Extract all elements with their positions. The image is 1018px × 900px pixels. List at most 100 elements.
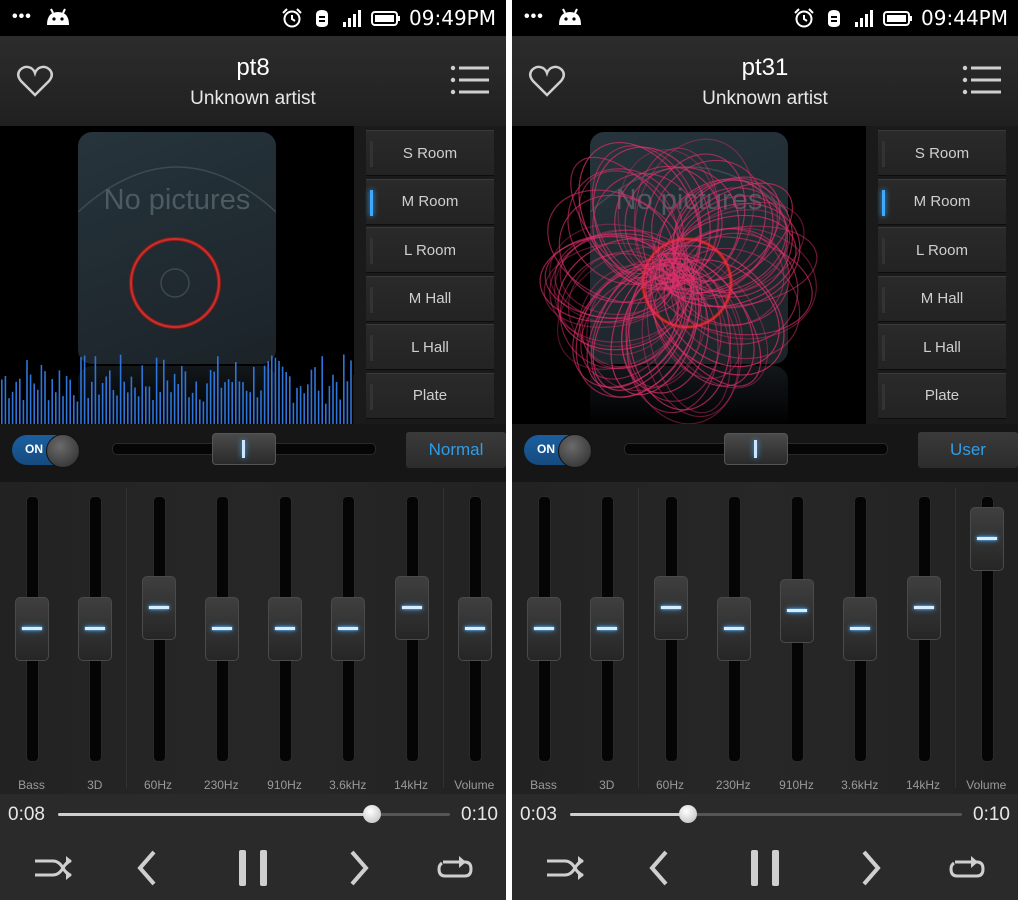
total-time: 0:10 [973, 804, 1010, 825]
eq-slider-thumb[interactable] [590, 597, 625, 661]
preset-m-hall[interactable]: M Hall [366, 275, 494, 322]
more-dots-icon: ••• [12, 8, 32, 25]
spectrum-bar [303, 393, 305, 424]
spectrum-bar [40, 364, 43, 424]
disc-icon [129, 237, 221, 329]
eq-divider [443, 488, 444, 788]
eq-slider-thumb[interactable] [394, 575, 429, 640]
spectrum-bar [285, 371, 287, 424]
preset-s-room[interactable]: S Room [366, 130, 494, 176]
spectrum-bar [62, 396, 64, 424]
eq-band-230hz: 230Hz [190, 482, 253, 794]
spectrum-bar [47, 400, 50, 424]
eq-on-toggle[interactable]: ON [12, 434, 80, 468]
toggle-label: ON [25, 442, 43, 456]
seek-bar-fill [58, 813, 372, 816]
pause-icon[interactable] [743, 846, 787, 890]
shuffle-icon[interactable] [31, 846, 75, 890]
eq-slider-thumb[interactable] [204, 597, 239, 661]
seek-bar[interactable] [570, 805, 962, 823]
spectrum-bar [166, 380, 169, 424]
signal-icon [343, 10, 362, 27]
spectrum-bar [152, 400, 154, 424]
eq-slider-thumb[interactable] [78, 597, 113, 661]
seek-bar-thumb[interactable] [678, 805, 697, 823]
spectrum-bar [73, 395, 75, 424]
track-artist: Unknown artist [702, 88, 828, 109]
eq-slider-thumb[interactable] [527, 597, 561, 661]
track-title: pt8 [236, 54, 270, 81]
preset-plate[interactable]: Plate [878, 372, 1006, 419]
preset-indicator [882, 383, 885, 410]
eq-band-label: 910Hz [267, 778, 302, 792]
playlist-menu-icon[interactable] [962, 64, 1002, 96]
elapsed-time: 0:03 [520, 804, 557, 825]
eq-slider-thumb[interactable] [716, 597, 751, 661]
eq-band-14khz: 14kHz [380, 482, 443, 794]
playlist-menu-icon[interactable] [450, 64, 490, 96]
transport-controls [0, 836, 506, 900]
eq-slider-thumb[interactable] [969, 507, 1004, 572]
spectrum-bar [332, 374, 334, 424]
preset-indicator [370, 383, 373, 410]
shuffle-icon[interactable] [543, 846, 587, 890]
spectrum-bar [109, 370, 111, 424]
equalizer: Bass 3D 60Hz 230Hz 910Hz 3.6kHz 14kHz Volume [0, 482, 506, 794]
next-icon[interactable] [848, 846, 892, 890]
eq-slider-thumb[interactable] [331, 597, 366, 661]
battery-icon [883, 11, 913, 26]
eq-slider-thumb[interactable] [141, 575, 176, 640]
eq-slider-thumb[interactable] [843, 597, 878, 661]
previous-icon[interactable] [126, 846, 170, 890]
preset-l-room[interactable]: L Room [878, 227, 1006, 273]
preset-indicator [882, 141, 885, 167]
preset-l-hall[interactable]: L Hall [878, 324, 1006, 370]
eq-band-910hz: 910Hz [765, 482, 828, 794]
spectrum-bar [339, 399, 341, 424]
preset-indicator [370, 286, 373, 313]
eq-slider-thumb[interactable] [457, 597, 492, 661]
pause-icon[interactable] [231, 846, 275, 890]
seek-bar-thumb[interactable] [362, 805, 381, 823]
eq-slider-thumb[interactable] [653, 575, 688, 640]
eq-on-toggle[interactable]: ON [524, 434, 592, 468]
preset-l-room[interactable]: L Room [366, 227, 494, 273]
eq-band-label: Bass [530, 778, 557, 792]
progress-row: 0:08 0:10 [0, 794, 506, 836]
eq-band-label: 60Hz [655, 778, 684, 792]
spectrum-bar [29, 374, 32, 424]
eq-band-label: Volume [966, 778, 1007, 792]
seek-bar[interactable] [58, 805, 450, 823]
preset-l-hall[interactable]: L Hall [366, 324, 494, 370]
repeat-icon[interactable] [945, 846, 989, 890]
spectrum-bar [325, 403, 327, 424]
preset-label: L Hall [411, 338, 449, 356]
eq-slider-thumb[interactable] [780, 578, 814, 643]
equalizer: Bass 3D 60Hz 230Hz 910Hz 3.6kHz 14kHz Volume [512, 482, 1018, 794]
spectrum-bar [256, 397, 259, 424]
previous-icon[interactable] [638, 846, 682, 890]
preset-plate[interactable]: Plate [366, 372, 494, 419]
preset-m-hall[interactable]: M Hall [878, 275, 1006, 322]
eq-slider-thumb[interactable] [15, 597, 49, 661]
spectrum-bar [317, 390, 320, 424]
repeat-icon[interactable] [433, 846, 477, 890]
eq-slider-thumb[interactable] [906, 575, 941, 640]
spectrum-bar [299, 386, 302, 424]
balance-slider-thumb[interactable] [212, 433, 276, 465]
preset-m-room[interactable]: M Room [366, 178, 494, 225]
album-art-placeholder: No pictures [78, 132, 276, 364]
preset-s-room[interactable]: S Room [878, 130, 1006, 176]
eq-mode-button[interactable]: User [918, 432, 1018, 468]
eq-slider-thumb[interactable] [268, 597, 302, 661]
balance-slider-thumb[interactable] [724, 433, 788, 465]
eq-band-volume: Volume [443, 482, 506, 794]
preset-label: Plate [924, 387, 960, 404]
spectrum-bar [4, 375, 7, 424]
elapsed-time: 0:08 [8, 804, 45, 825]
next-icon[interactable] [336, 846, 380, 890]
eq-band-3d: 3D [575, 482, 638, 794]
preset-m-room[interactable]: M Room [878, 178, 1006, 225]
spectrum-bar [98, 394, 100, 424]
eq-mode-button[interactable]: Normal [406, 432, 506, 468]
